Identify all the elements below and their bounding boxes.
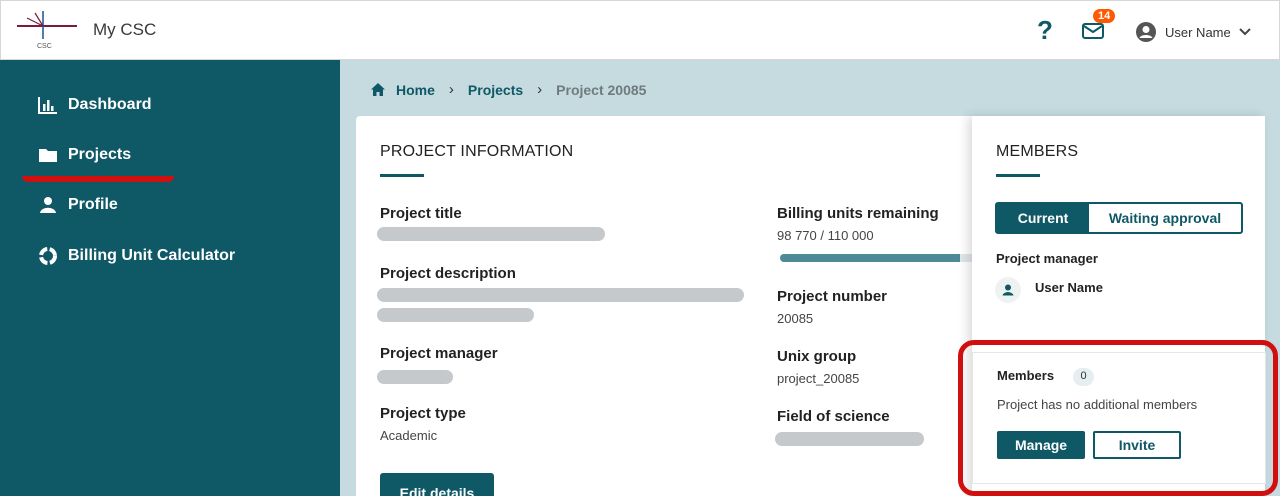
top-header: CSC My CSC ? 14 User Name [0,0,1280,60]
help-icon[interactable]: ? [1037,15,1053,46]
members-title: MEMBERS [996,143,1079,160]
project-description-label: Project description [380,265,516,282]
person-icon [1002,284,1014,296]
unix-group-value: project_20085 [777,371,860,386]
breadcrumb: Home › Projects › Project 20085 [370,81,646,98]
project-type-value: Academic [380,428,438,443]
billing-units-label: Billing units remaining [777,205,939,222]
invite-button[interactable]: Invite [1093,431,1181,459]
manage-button[interactable]: Manage [997,431,1085,459]
members-label: Members [997,368,1055,383]
folder-icon [39,149,57,162]
notification-badge: 14 [1093,9,1116,23]
breadcrumb-separator-icon: › [448,81,454,98]
project-title-label: Project title [380,205,462,222]
user-name: User Name [1165,24,1231,40]
tab-current[interactable]: Current [997,204,1089,232]
breadcrumb-separator-icon: › [537,81,543,98]
pm-name: User Name [1035,280,1103,295]
project-number-value: 20085 [777,311,814,326]
sidebar-item-projects[interactable]: Projects [38,146,131,164]
project-description-placeholder [377,288,744,302]
project-type-label: Project type [380,405,466,422]
title-underline [996,174,1040,177]
pm-label: Project manager [996,251,1098,266]
sidebar-item-billing-calculator[interactable]: Billing Unit Calculator [38,246,235,266]
billing-units-progress [780,254,980,262]
breadcrumb-projects[interactable]: Projects [468,82,523,98]
field-of-science-label: Field of science [777,408,890,425]
sidebar-label-projects: Projects [68,146,132,163]
user-menu[interactable]: User Name [1135,21,1251,43]
sidebar-label-profile: Profile [68,196,118,213]
app-title[interactable]: My CSC [93,20,156,40]
project-description-placeholder [377,308,534,322]
members-count-badge: 0 [1073,368,1094,386]
person-icon [40,197,56,213]
project-number-label: Project number [777,288,888,305]
sidebar-item-dashboard[interactable]: Dashboard [38,96,152,114]
project-title-placeholder [377,227,605,241]
csc-logo[interactable]: CSC [15,9,79,51]
chevron-down-icon [1239,28,1251,36]
project-manager-label: Project manager [380,345,498,362]
no-members-text: Project has no additional members [997,397,1198,412]
pm-avatar [995,277,1021,303]
logo-text: CSC [37,43,52,50]
project-manager-placeholder [377,370,453,384]
unix-group-label: Unix group [777,348,857,365]
project-information-title: PROJECT INFORMATION [380,143,574,160]
sidebar-item-profile[interactable]: Profile [38,196,118,214]
sidebar: Dashboard Projects Profile Billing Unit … [0,60,340,496]
billing-units-value: 98 770 / 110 000 [777,228,874,243]
billing-units-progress-fill [780,254,960,262]
sidebar-label-billing-calculator: Billing Unit Calculator [68,247,236,264]
field-of-science-placeholder [775,432,924,446]
breadcrumb-home[interactable]: Home [396,82,435,98]
sidebar-label-dashboard: Dashboard [68,96,152,113]
user-avatar-icon [1136,22,1156,42]
calculator-icon [39,247,57,265]
breadcrumb-current: Project 20085 [556,81,647,98]
edit-details-button[interactable]: Edit details [380,473,494,496]
active-nav-indicator [22,176,174,182]
tab-waiting-approval[interactable]: Waiting approval [1089,204,1241,232]
bar-chart-icon [38,97,57,114]
members-tab-toggle: Current Waiting approval [995,202,1243,234]
home-icon[interactable] [370,82,386,97]
title-underline [380,174,424,177]
